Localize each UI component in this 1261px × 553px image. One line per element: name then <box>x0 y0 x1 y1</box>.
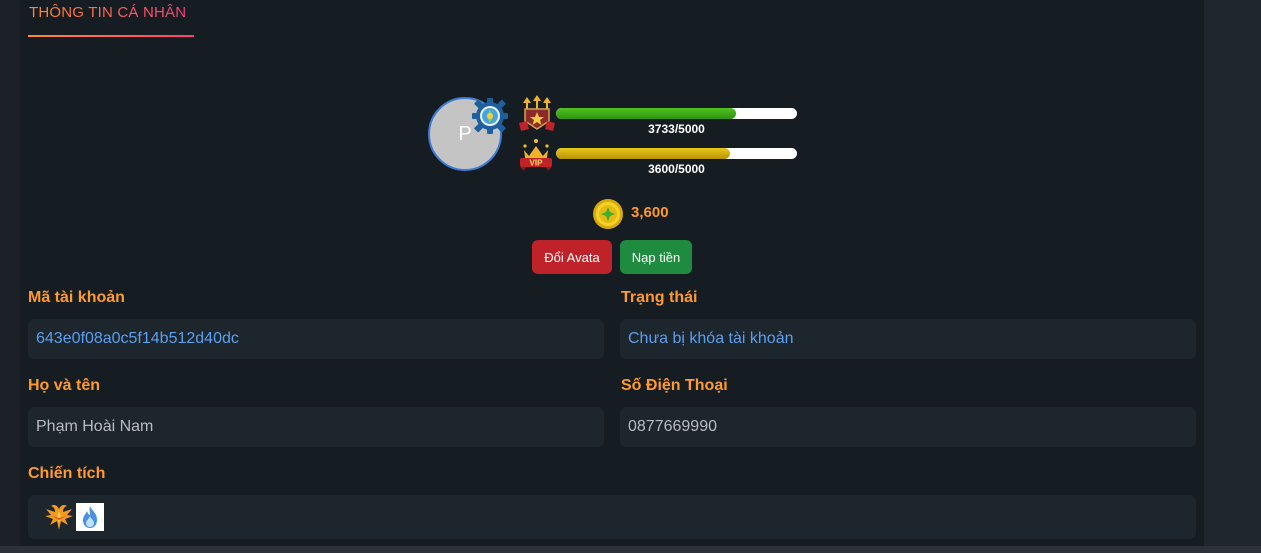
full-name-value: Phạm Hoài Nam <box>36 418 154 435</box>
achievements-label: Chiến tích <box>28 465 106 482</box>
flame-glyph <box>83 506 97 528</box>
status-label: Trạng thái <box>621 289 698 306</box>
vip-progress-fill <box>556 148 730 159</box>
phone-field: 0877669990 <box>620 407 1196 447</box>
achievements-box <box>28 495 1196 539</box>
phone-value: 0877669990 <box>628 418 717 435</box>
top-up-button[interactable]: Nạp tiền <box>620 240 692 274</box>
rank-progress-fill <box>556 108 736 119</box>
bottom-strip <box>0 546 1261 553</box>
blue-flame-icon[interactable] <box>76 503 104 531</box>
section-title: THÔNG TIN CÁ NHÂN <box>29 4 187 21</box>
change-avatar-button[interactable]: Đổi Avata <box>532 240 612 274</box>
coin-icon <box>593 199 623 229</box>
status-value: Chưa bị khóa tài khoản <box>628 330 794 347</box>
status-field: Chưa bị khóa tài khoản <box>620 319 1196 359</box>
account-id-label: Mã tài khoản <box>28 289 125 306</box>
left-gutter <box>0 0 20 553</box>
phoenix-icon[interactable] <box>44 503 74 531</box>
gear-frame-icon <box>472 98 508 134</box>
full-name-field: Phạm Hoài Nam <box>28 407 604 447</box>
rank-progress-text: 3733/5000 <box>648 122 705 136</box>
vip-progress-bar <box>556 148 797 159</box>
coin-balance: 3,600 <box>631 204 669 221</box>
vip-badge-icon: VIP <box>520 139 552 171</box>
right-gutter <box>1204 0 1261 553</box>
vip-progress-text: 3600/5000 <box>648 162 705 176</box>
rank-badge-icon <box>519 95 555 131</box>
full-name-label: Họ và tên <box>28 377 101 394</box>
account-id-field: 643e0f08a0c5f14b512d40dc <box>28 319 604 359</box>
phone-label: Số Điện Thoại <box>621 377 728 394</box>
avatar-letter: P <box>458 122 472 145</box>
rank-progress-bar <box>556 108 797 119</box>
title-underline <box>28 35 194 37</box>
account-id-value: 643e0f08a0c5f14b512d40dc <box>36 330 239 347</box>
profile-panel: THÔNG TIN CÁ NHÂN P 3733/5000 VIP 3600/5… <box>20 0 1204 553</box>
svg-text:VIP: VIP <box>530 159 544 168</box>
